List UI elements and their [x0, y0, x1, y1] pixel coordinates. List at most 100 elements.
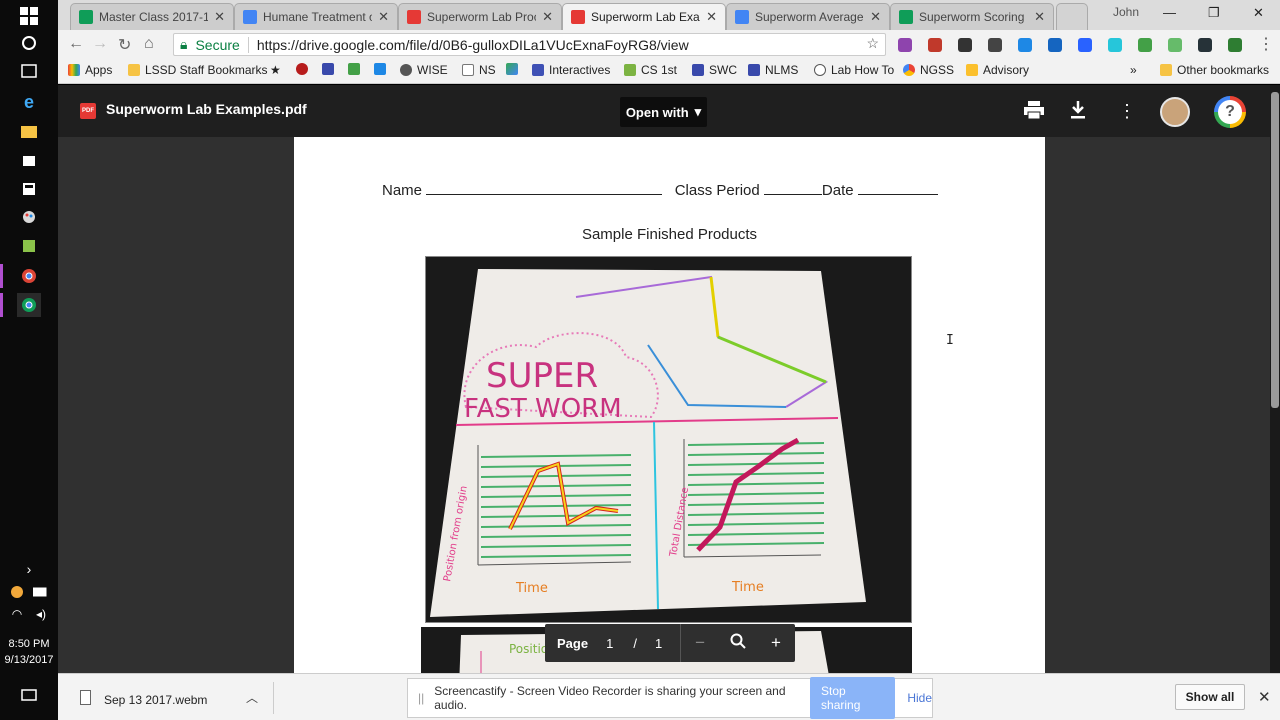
close-tab-icon[interactable]: ✕	[378, 9, 389, 25]
close-tab-icon[interactable]: ✕	[542, 9, 553, 25]
reload-icon[interactable]: ↻	[118, 35, 131, 55]
bookmark-star[interactable]: ★	[270, 63, 281, 77]
other-bookmarks[interactable]: Other bookmarks	[1160, 63, 1269, 77]
restore-icon[interactable]: ❐	[1208, 5, 1220, 21]
extension-icon[interactable]	[1078, 38, 1092, 52]
bookmark-advisory[interactable]: Advisory	[966, 63, 1029, 77]
page-icon	[462, 64, 474, 76]
clock-date[interactable]: 9/13/2017	[0, 652, 58, 668]
open-with-button[interactable]: Open with ▾	[620, 97, 707, 127]
bookmark-nlms[interactable]: NLMS	[748, 63, 798, 77]
tab-superworm-average[interactable]: Superworm Average ✕	[726, 3, 890, 30]
extension-icon[interactable]	[928, 38, 942, 52]
chrome-icon[interactable]	[17, 264, 41, 288]
clock-time[interactable]: 8:50 PM	[0, 636, 58, 652]
bookmarks-overflow[interactable]: »	[1130, 63, 1137, 77]
close-tab-icon[interactable]: ✕	[706, 9, 717, 25]
tab-superworm-lab-examples[interactable]: Superworm Lab Exam ✕	[562, 3, 726, 30]
zoom-in-icon[interactable]: +	[757, 633, 795, 653]
extension-icon[interactable]	[1168, 38, 1182, 52]
bookmark-interactives[interactable]: Interactives	[532, 63, 610, 77]
tab-superworm-scoring[interactable]: Superworm Scoring ✕	[890, 3, 1054, 30]
bookmark-swc[interactable]: SWC	[692, 63, 737, 77]
download-icon[interactable]	[1070, 101, 1086, 124]
extension-icon[interactable]	[1108, 38, 1122, 52]
more-options-icon[interactable]: ⋮	[1118, 101, 1136, 122]
wifi-icon[interactable]: ◠	[8, 602, 26, 626]
bookmark-star-icon[interactable]: ☆	[866, 35, 879, 52]
notification-app-icon[interactable]	[8, 580, 26, 604]
zoom-out-icon[interactable]: −	[681, 633, 719, 653]
drag-handle-icon[interactable]: ||	[418, 691, 424, 705]
extension-icon[interactable]	[1198, 38, 1212, 52]
paint-icon[interactable]	[17, 205, 41, 229]
active-app-indicator	[0, 264, 3, 288]
bookmark-icon-only[interactable]	[374, 63, 386, 75]
minimize-icon[interactable]: —	[1163, 5, 1176, 20]
extension-icon[interactable]	[988, 38, 1002, 52]
battery-icon[interactable]	[32, 580, 50, 604]
task-view-icon[interactable]	[17, 59, 41, 83]
avatar[interactable]	[1160, 97, 1190, 127]
profile-name[interactable]: John	[1113, 5, 1139, 19]
bookmark-cs-1st[interactable]: CS 1st	[624, 63, 677, 77]
chevron-right-icon[interactable]: ›	[17, 557, 41, 581]
bookmark-label: NLMS	[765, 63, 799, 77]
close-tab-icon[interactable]: ✕	[214, 9, 225, 25]
extension-icon[interactable]	[958, 38, 972, 52]
bookmark-wise[interactable]: WISE	[400, 63, 448, 77]
file-explorer-icon[interactable]	[17, 119, 41, 143]
site-icon	[692, 64, 704, 76]
page-number-input[interactable]: 1	[606, 636, 613, 651]
windows-start-icon[interactable]	[17, 4, 41, 28]
chrome-icon[interactable]	[17, 293, 41, 317]
scrollbar-thumb[interactable]	[1271, 92, 1279, 408]
tab-humane-treatment[interactable]: Humane Treatment o ✕	[234, 3, 398, 30]
bookmark-icon-only[interactable]	[296, 63, 308, 75]
action-center-icon[interactable]	[17, 684, 41, 708]
forward-icon[interactable]: →	[92, 35, 108, 53]
bookmark-ns[interactable]: NS	[462, 63, 496, 77]
bookmark-label: SWC	[709, 63, 737, 77]
back-icon[interactable]: ←	[68, 35, 84, 53]
calculator-icon[interactable]	[17, 177, 41, 201]
url-text[interactable]: https://drive.google.com/file/d/0B6-gull…	[257, 37, 689, 53]
download-filename[interactable]: Sep 13 2017.webm	[104, 693, 207, 707]
bookmark-ngss[interactable]: NGSS	[903, 63, 954, 77]
close-window-icon[interactable]: ✕	[1253, 5, 1264, 21]
store-icon[interactable]	[17, 148, 41, 172]
volume-icon[interactable]: ◂)	[32, 602, 50, 626]
extension-icon[interactable]	[1138, 38, 1152, 52]
help-icon[interactable]: ?	[1214, 96, 1246, 128]
cortana-icon[interactable]	[17, 31, 41, 55]
close-tab-icon[interactable]: ✕	[1034, 9, 1045, 25]
tab-superworm-lab-proc[interactable]: Superworm Lab Proc ✕	[398, 3, 562, 30]
close-shelf-icon[interactable]: ✕	[1258, 688, 1271, 706]
extension-icon[interactable]	[898, 38, 912, 52]
bookmark-folder[interactable]: LSSD Staff Bookmarks	[128, 63, 268, 77]
show-all-button[interactable]: Show all	[1175, 684, 1245, 710]
address-bar[interactable]: 🔒︎ Secure https://drive.google.com/file/…	[173, 33, 886, 56]
new-tab-button[interactable]	[1056, 3, 1088, 30]
bookmark-apps[interactable]: Apps	[68, 63, 112, 77]
bookmark-icon-only[interactable]	[322, 63, 334, 75]
chevron-up-icon[interactable]: ︿	[246, 689, 258, 706]
menu-dots-icon[interactable]: ⋮	[1258, 34, 1274, 54]
tab-master-class[interactable]: Master Class 2017-18 ✕	[70, 3, 234, 30]
bookmark-icon-only[interactable]	[506, 63, 518, 75]
stop-sharing-button[interactable]: Stop sharing	[810, 677, 896, 719]
zoom-icon[interactable]	[719, 633, 757, 654]
photos-icon[interactable]	[17, 234, 41, 258]
bookmark-icon-only[interactable]	[348, 63, 360, 75]
edge-icon[interactable]: e	[17, 90, 41, 114]
close-tab-icon[interactable]: ✕	[870, 9, 881, 25]
print-icon[interactable]	[1024, 101, 1044, 124]
bookmark-lab-how-to[interactable]: Lab How To	[814, 63, 894, 77]
pdf-icon	[571, 10, 585, 24]
extension-icon[interactable]	[1048, 38, 1062, 52]
extension-icon[interactable]	[1018, 38, 1032, 52]
classroom-icon	[79, 10, 93, 24]
extension-icon[interactable]	[1228, 38, 1242, 52]
hide-button[interactable]: Hide	[907, 691, 932, 705]
home-icon[interactable]: ⌂	[144, 35, 154, 53]
